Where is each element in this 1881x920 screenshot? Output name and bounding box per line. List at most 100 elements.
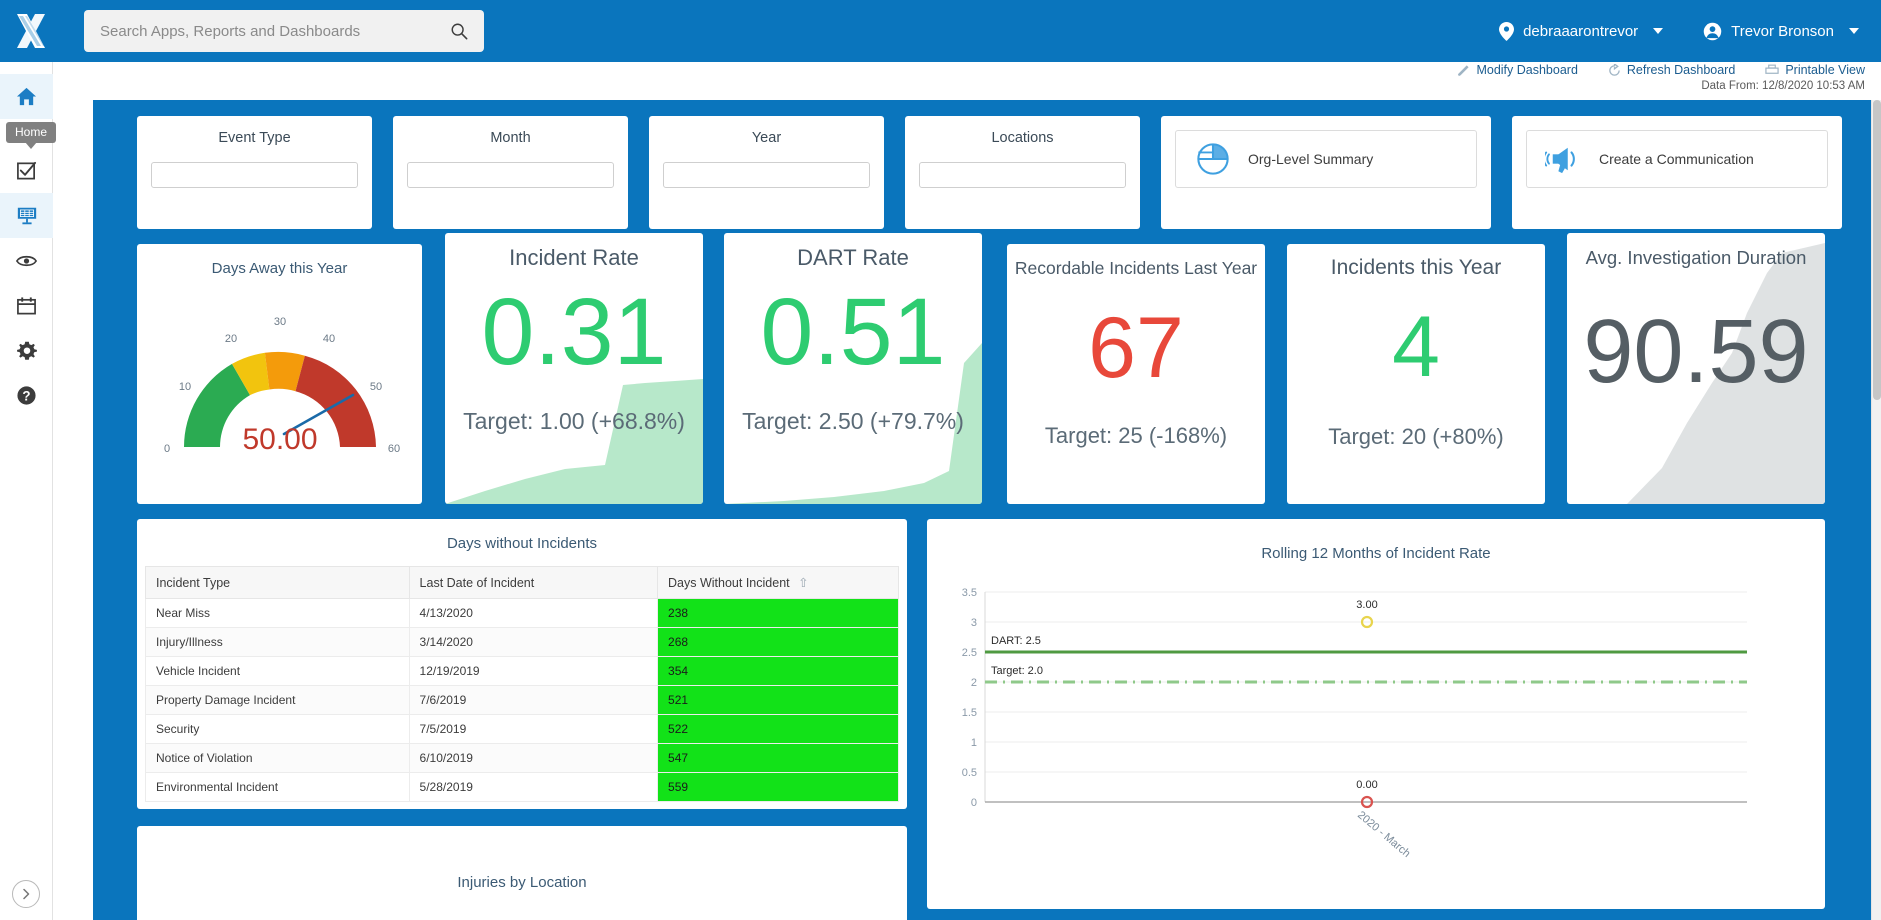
pencil-icon <box>1458 64 1470 76</box>
days-without-incidents-table: Incident Type Last Date of Incident Days… <box>145 566 899 802</box>
filter-input-year[interactable] <box>663 162 870 188</box>
location-label: debraaarontrevor <box>1523 22 1639 40</box>
rolling-incident-rate-chart: 3.5 3 2.5 2 1.5 1 0.5 0 DART: 2.5 Target… <box>962 587 1747 860</box>
table-row[interactable]: Vehicle Incident 12/19/2019 354 <box>145 656 899 686</box>
location-selector[interactable]: debraaarontrevor <box>1499 21 1664 41</box>
data-point-label-upper: 3.00 <box>1356 599 1377 611</box>
scrollbar-thumb[interactable] <box>1873 100 1881 400</box>
y-tick-2: 2 <box>971 677 977 689</box>
cell-incident-type: Notice of Violation <box>145 743 410 773</box>
sidebar-item-settings[interactable] <box>0 328 53 373</box>
left-sidebar: ? <box>0 62 53 920</box>
y-tick-1: 1 <box>971 737 977 749</box>
filter-card-month: Month <box>393 116 628 229</box>
column-header-days-without-incident[interactable]: Days Without Incident ⇧ <box>657 566 899 599</box>
map-pin-icon <box>1499 21 1515 41</box>
kpi-title: DART Rate <box>797 245 909 270</box>
cell-last-date: 5/28/2019 <box>408 772 659 802</box>
table-row[interactable]: Property Damage Incident 7/6/2019 521 <box>145 685 899 715</box>
cell-incident-type: Injury/Illness <box>145 627 410 657</box>
kpi-card-recordable-incidents-last-year: Recordable Incidents Last Year 67 Target… <box>1007 244 1265 504</box>
sidebar-item-calendar[interactable] <box>0 283 53 328</box>
kpi-card-days-away: Days Away this Year 0 10 20 30 40 50 60 … <box>137 244 422 504</box>
printable-view-button[interactable]: Printable View <box>1765 63 1865 77</box>
filter-card-year: Year <box>649 116 884 229</box>
sidebar-item-home[interactable] <box>0 74 53 119</box>
filter-card-event-type: Event Type <box>137 116 372 229</box>
cell-last-date: 7/6/2019 <box>408 685 659 715</box>
cell-days-without-incident: 268 <box>657 627 899 657</box>
sidebar-item-help[interactable]: ? <box>0 373 53 418</box>
gear-icon <box>16 341 37 360</box>
gauge-tick-50: 50 <box>370 381 382 393</box>
shortcut-label: Org-Level Summary <box>1248 151 1374 167</box>
table-row[interactable]: Security 7/5/2019 522 <box>145 714 899 744</box>
chevron-down-icon[interactable] <box>1849 28 1859 34</box>
modify-dashboard-button[interactable]: Modify Dashboard <box>1457 63 1578 77</box>
column-header-incident-type[interactable]: Incident Type <box>145 566 410 599</box>
filter-input-locations[interactable] <box>919 162 1126 188</box>
filter-input-month[interactable] <box>407 162 614 188</box>
home-tooltip: Home <box>6 122 57 149</box>
printer-icon <box>1765 64 1779 74</box>
kpi-value: 4 <box>1392 299 1440 395</box>
dashboard-action-bar: Modify Dashboard Refresh Dashboard Print… <box>53 62 1881 101</box>
kpi-target: Target: 20 (+80%) <box>1328 424 1504 449</box>
table-row[interactable]: Notice of Violation 6/10/2019 547 <box>145 743 899 773</box>
table-row[interactable]: Environmental Incident 5/28/2019 559 <box>145 772 899 802</box>
search-input[interactable] <box>100 22 450 40</box>
table-header-row: Incident Type Last Date of Incident Days… <box>145 566 899 599</box>
cell-last-date: 4/13/2020 <box>408 598 659 628</box>
cell-days-without-incident: 547 <box>657 743 899 773</box>
table-row[interactable]: Near Miss 4/13/2020 238 <box>145 598 899 628</box>
user-menu[interactable]: Trevor Bronson <box>1703 22 1859 41</box>
kpi-value: 0.31 <box>481 279 667 385</box>
kpi-card-avg-investigation-duration: Avg. Investigation Duration 90.59 <box>1567 233 1825 504</box>
kpi-value: 90.59 <box>1583 302 1809 402</box>
kpi-card-dart-rate: DART Rate 0.51 Target: 2.50 (+79.7%) <box>724 233 982 504</box>
sidebar-collapse-toggle[interactable] <box>12 880 40 908</box>
top-navigation-bar: debraaarontrevor Trevor Bronson <box>0 0 1881 62</box>
x-tick-label: 2020 - March <box>1355 809 1412 860</box>
eye-icon <box>16 255 37 266</box>
cell-incident-type: Vehicle Incident <box>145 656 410 686</box>
page-vertical-scrollbar[interactable] <box>1871 100 1881 920</box>
global-search[interactable] <box>84 10 484 52</box>
checkbox-task-icon <box>17 161 37 180</box>
gauge-title: Days Away this Year <box>211 260 348 277</box>
filter-title: Month <box>490 130 531 146</box>
gauge-tick-20: 20 <box>225 333 237 345</box>
sidebar-item-dashboards[interactable] <box>0 193 53 238</box>
gauge-tick-0: 0 <box>164 443 170 455</box>
chevron-down-icon[interactable] <box>1653 28 1664 34</box>
filter-title: Event Type <box>218 130 291 146</box>
intelex-logo-icon <box>17 14 45 48</box>
search-icon[interactable] <box>450 22 468 40</box>
megaphone-icon <box>1545 147 1575 174</box>
table-row[interactable]: Injury/Illness 3/14/2020 268 <box>145 627 899 657</box>
cell-days-without-incident: 354 <box>657 656 899 686</box>
app-logo[interactable] <box>0 0 62 62</box>
shortcut-card-create-communication[interactable]: Create a Communication <box>1512 116 1842 229</box>
refresh-dashboard-button[interactable]: Refresh Dashboard <box>1608 63 1735 77</box>
reference-label-dart: DART: 2.5 <box>991 635 1041 647</box>
gauge-tick-10: 10 <box>179 381 191 393</box>
gauge-tick-60: 60 <box>388 443 400 455</box>
filter-input-event-type[interactable] <box>151 162 358 188</box>
y-tick-1-5: 1.5 <box>962 707 977 719</box>
printable-view-label: Printable View <box>1785 63 1865 77</box>
user-name-label: Trevor Bronson <box>1731 22 1834 40</box>
topbar-right-group: debraaarontrevor Trevor Bronson <box>1499 21 1881 41</box>
cell-days-without-incident: 521 <box>657 685 899 715</box>
shortcut-card-org-level-summary[interactable]: Org-Level Summary <box>1161 116 1491 229</box>
column-header-last-date[interactable]: Last Date of Incident <box>408 566 659 599</box>
pie-chart-icon <box>1197 143 1229 175</box>
filter-card-locations: Locations <box>905 116 1140 229</box>
kpi-target: Target: 1.00 (+68.8%) <box>463 408 685 434</box>
sidebar-item-tasks[interactable] <box>0 148 53 193</box>
gauge-tick-40: 40 <box>323 333 335 345</box>
sidebar-item-watchlist[interactable] <box>0 238 53 283</box>
data-point-label-lower: 0.00 <box>1356 779 1377 791</box>
cell-last-date: 12/19/2019 <box>408 656 659 686</box>
filter-title: Year <box>751 130 782 146</box>
